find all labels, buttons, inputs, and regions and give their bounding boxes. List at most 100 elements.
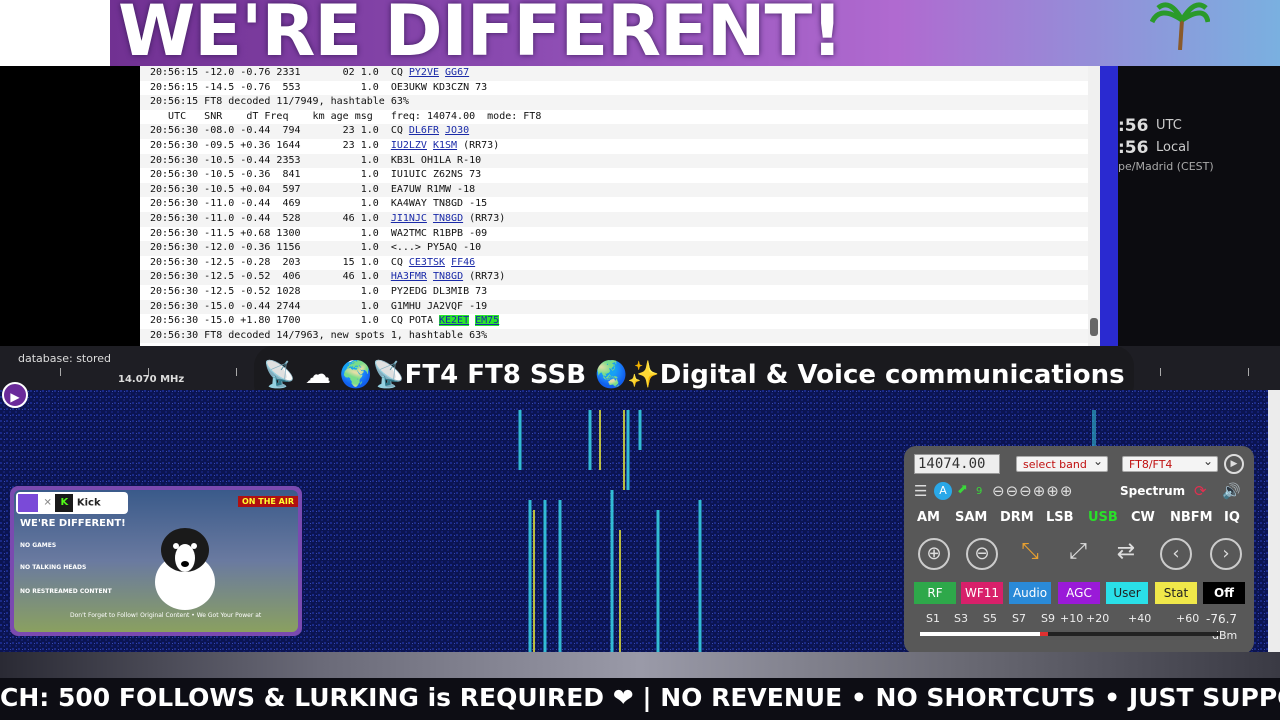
scale-tick	[1248, 368, 1249, 376]
spectrum-toggle[interactable]: Spectrum	[1120, 484, 1185, 498]
decoder-line: 20:56:30 -10.5 -0.44 2353 1.0 KB3L OH1LA…	[140, 153, 1100, 169]
palm-tree-icon	[1150, 2, 1210, 50]
chevron-right-icon[interactable]: ›	[1210, 538, 1242, 570]
meter-label: +20	[1086, 612, 1110, 625]
overlay-item: NO GAMES	[20, 542, 57, 549]
overlay-item: NO RESTREAMED CONTENT	[20, 588, 112, 595]
expand-icon[interactable]: ⤢	[1062, 538, 1094, 570]
off-button[interactable]: Off	[1203, 582, 1245, 604]
callsign-link[interactable]: DL6FR	[409, 125, 439, 136]
zoom-step-icons[interactable]: ⊖⊖⊖⊕⊕⊕	[992, 482, 1073, 500]
callsign-link[interactable]: JO30	[445, 125, 469, 136]
callsign-link[interactable]: HA3FMR	[391, 271, 427, 282]
mode-am[interactable]: AM	[917, 510, 940, 525]
agc-button[interactable]: AGC	[1058, 582, 1100, 604]
callsign-link[interactable]: CE3TSK	[409, 257, 445, 268]
decoder-line: 20:56:30 -15.0 +1.80 1700 1.0 CQ POTA KE…	[140, 314, 1100, 329]
band-select[interactable]: select band	[1016, 453, 1108, 472]
banner-title: WE'RE DIFFERENT!	[118, 0, 843, 66]
utc-label: UTC	[1156, 118, 1182, 133]
mode-drm[interactable]: DRM	[1000, 510, 1034, 525]
auto-icon[interactable]: A	[934, 482, 952, 500]
scrolling-ticker: CH: 500 FOLLOWS & LURKING is REQUIRED ❤ …	[0, 678, 1280, 720]
scrollbar-thumb[interactable]	[1090, 318, 1098, 336]
banner-left-panel	[0, 0, 110, 66]
callsign-link[interactable]: TN8GD	[433, 213, 463, 224]
callsign-link[interactable]: GG67	[445, 67, 469, 78]
swap-icon[interactable]: ⇄	[1110, 538, 1142, 570]
decoder-line-text: 20:56:30 -10.5 -0.44 2353 1.0 KB3L OH1LA…	[150, 154, 482, 166]
decoder-line-text: 20:56:30 -10.5 -0.36 841 1.0 IU1UIC Z62N…	[150, 169, 482, 181]
rf-button[interactable]: RF	[914, 582, 956, 604]
meter-label: S9	[1041, 612, 1055, 625]
frequency-input[interactable]	[914, 454, 1000, 474]
callsign-link[interactable]: JI1NJC	[391, 213, 427, 224]
mode-select[interactable]: FT8/FT4	[1122, 453, 1218, 472]
mode-nbfm[interactable]: NBFM	[1170, 510, 1213, 525]
decoder-line-text: 20:56:30 -12.5 -0.52 406 46 1.0	[150, 271, 391, 283]
overlay-title: WE'RE DIFFERENT!	[20, 518, 126, 529]
menu-icon[interactable]: ☰	[914, 482, 927, 500]
decoder-line: 20:56:30 -10.5 -0.36 841 1.0 IU1UIC Z62N…	[140, 168, 1100, 183]
chevron-left-icon[interactable]: ‹	[1160, 538, 1192, 570]
decoder-line: 20:56:30 -12.0 -0.36 1156 1.0 <...> PY5A…	[140, 241, 1100, 256]
left-margin	[0, 66, 140, 346]
stat-button[interactable]: Stat	[1155, 582, 1197, 604]
mode-sam[interactable]: SAM	[955, 510, 987, 525]
ft8-decoder-log[interactable]: 20:56:15 -12.0 -0.76 2331 02 1.0 CQ PY2V…	[140, 66, 1100, 346]
on-air-badge: ON THE AIR	[238, 496, 299, 507]
play-button[interactable]: ▶	[2, 382, 28, 408]
callsign-link[interactable]: IU2LZV	[391, 140, 427, 151]
decoder-line: 20:56:30 -12.5 -0.28 203 15 1.0 CQ CE3TS…	[140, 256, 1100, 271]
callsign-link[interactable]: FF46	[451, 257, 475, 268]
decoder-line: 20:56:30 -15.0 -0.44 2744 1.0 G1MHU JA2V…	[140, 299, 1100, 315]
decoder-line: 20:56:15 -12.0 -0.76 2331 02 1.0 CQ PY2V…	[140, 66, 1100, 81]
waterfall-scrollbar[interactable]	[1268, 390, 1280, 652]
decoder-side-bar	[1100, 66, 1118, 346]
decoder-line-text: 20:56:30 -12.0 -0.36 1156 1.0 <...> PY5A…	[150, 242, 482, 254]
volume-icon[interactable]: 🔊	[1222, 482, 1241, 500]
x-icon: ✕	[43, 497, 52, 509]
refresh-icon[interactable]: ⟳	[1194, 482, 1207, 500]
zoom-in-icon[interactable]: ⊕	[918, 538, 950, 570]
meter-label: S3	[954, 612, 968, 625]
mode-iq[interactable]: IQ	[1224, 510, 1240, 525]
dog-mascot-icon	[155, 528, 215, 610]
decoder-line-tail: (RR73)	[457, 139, 500, 151]
callsign-link[interactable]: TN8GD	[433, 271, 463, 282]
callsign-link[interactable]: KE2ET	[438, 315, 470, 327]
callsign-link[interactable]: PY2VE	[409, 67, 439, 78]
clock-panel: :56 UTC :56 Local pe/Madrid (CEST)	[1118, 66, 1280, 346]
mode-cw[interactable]: CW	[1131, 510, 1155, 525]
decoder-line: 20:56:30 -10.5 +0.04 597 1.0 EA7UW R1MW …	[140, 182, 1100, 198]
decoder-line: 20:56:30 -09.5 +0.36 1644 23 1.0 IU2LZV …	[140, 139, 1100, 154]
zoom-out-icon[interactable]: ⊖	[966, 538, 998, 570]
utc-time: :56	[1118, 116, 1149, 136]
decoder-line-text: 20:56:30 -11.0 -0.44 469 1.0 KA4WAY TN8G…	[150, 198, 488, 210]
mode-usb[interactable]: USB	[1088, 510, 1118, 525]
meter-label: S7	[1012, 612, 1026, 625]
decoder-line-text: 20:56:30 -12.5 -0.52 1028 1.0 PY2EDG DL3…	[150, 285, 488, 297]
overlay-logo: ✕ K Kick	[16, 492, 128, 514]
stream-banner: WE'RE DIFFERENT!	[0, 0, 1280, 66]
decoder-scrollbar[interactable]	[1088, 66, 1100, 346]
mode-lsb[interactable]: LSB	[1046, 510, 1074, 525]
decoder-line-tail: (RR73)	[463, 212, 506, 224]
wf-button[interactable]: WF11	[961, 582, 1003, 604]
meter-peak	[1040, 632, 1048, 636]
callsign-link[interactable]: K1SM	[433, 140, 457, 151]
user-button[interactable]: User	[1106, 582, 1148, 604]
collapse-icon[interactable]: ⤡	[1014, 538, 1046, 570]
play-icon[interactable]: ▶	[1224, 454, 1244, 474]
callsign-link[interactable]: EM75	[475, 315, 500, 327]
meter-value: -76.7	[1206, 612, 1238, 626]
decoder-line-text: 20:56:15 FT8 decoded 11/7949, hashtable …	[150, 96, 409, 108]
twitch-icon	[18, 494, 38, 512]
decoder-line: 20:56:30 -12.5 -0.52 406 46 1.0 HA3FMR T…	[140, 270, 1100, 285]
overlay-logo-text: Kick	[76, 497, 101, 509]
decoder-line-text: 20:56:30 -08.0 -0.44 794 23 1.0 CQ	[150, 125, 409, 137]
arrow-up-right-icon[interactable]: ⬈	[957, 482, 968, 497]
audio-button[interactable]: Audio	[1009, 582, 1051, 604]
database-status: database: stored	[18, 352, 112, 365]
scale-tick	[236, 368, 237, 376]
